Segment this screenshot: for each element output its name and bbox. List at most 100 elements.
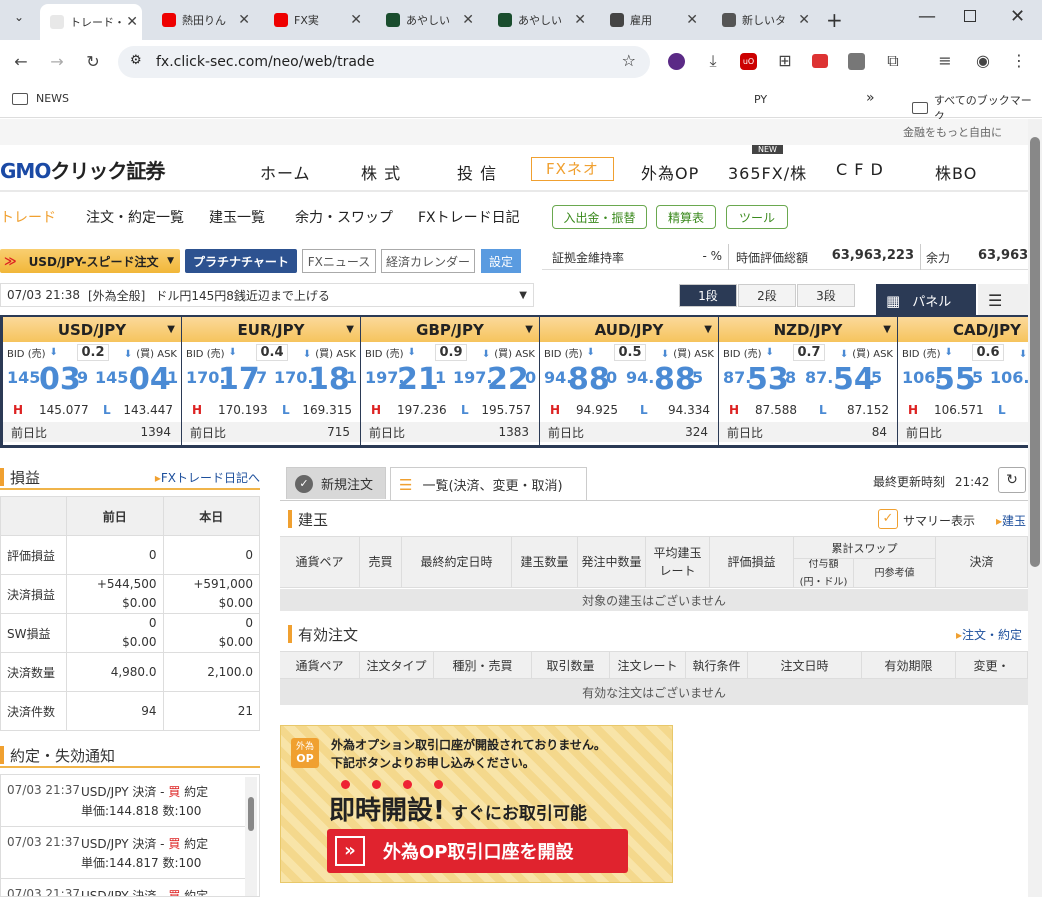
rate-panel[interactable]: GBP/JPY ▼ BID (売) ⬇ 0.9 ⬇ (買) ASK 197. 21 1 197. 22…: [361, 317, 539, 445]
ask-price-pips[interactable]: 04: [129, 362, 171, 397]
page-scroll-thumb[interactable]: [1030, 137, 1040, 567]
rate-panel[interactable]: AUD/JPY ▼ BID (売) ⬇ 0.5 ⬇ (買) ASK 94. 88 0 94. 88 5 H…: [540, 317, 718, 445]
tab-close-icon[interactable]: ✕: [126, 14, 138, 30]
rate-panel[interactable]: EUR/JPY ▼ BID (売) ⬇ 0.4 ⬇ (買) ASK 170. 17 7 170. 18…: [182, 317, 360, 445]
rate-panel[interactable]: USD/JPY ▼ BID (売) ⬇ 0.2 ⬇ (買) ASK 145. 03 9 145. 04…: [3, 317, 181, 445]
ask-price-pips[interactable]: 18: [308, 362, 350, 397]
browser-tab[interactable]: 熱田りん ✕: [152, 6, 254, 34]
bid-price-pips[interactable]: 21: [397, 362, 439, 397]
new-tab-icon[interactable]: +: [826, 8, 843, 32]
subnav-button[interactable]: 精算表: [656, 205, 716, 229]
media-control-icon[interactable]: ≡: [934, 51, 956, 70]
diary-link[interactable]: ▸FXトレード日記へ: [155, 469, 260, 486]
tab-close-icon[interactable]: ✕: [574, 12, 586, 28]
gmo-logo[interactable]: GMOクリック証券: [0, 155, 165, 184]
pair-selector[interactable]: NZD/JPY ▼: [719, 317, 897, 342]
nav-item[interactable]: FXネオ: [531, 157, 614, 181]
valid-orders-link[interactable]: ▸注文・約定: [956, 626, 1022, 643]
pair-selector[interactable]: EUR/JPY ▼: [182, 317, 360, 342]
fxop-banner[interactable]: 外為 OP 外為オプション取引口座が開設されておりません。 下記ボタンよりお申し…: [280, 725, 673, 883]
minimize-icon[interactable]: —: [918, 6, 936, 27]
notice-item[interactable]: 07/03 21:37 USD/JPY 決済 - 買 約定 単価:144.818 数…: [1, 775, 245, 827]
profile-icon[interactable]: ◉: [972, 51, 994, 70]
bid-price-pips[interactable]: 88: [568, 362, 610, 397]
subnav-item[interactable]: トレード: [0, 207, 56, 227]
url-field[interactable]: ⚙ fx.click-sec.com/neo/web/trade ☆: [118, 46, 650, 78]
tab-close-icon[interactable]: ✕: [686, 12, 698, 28]
bid-price-pips[interactable]: 17: [218, 362, 260, 397]
extensions-puzzle-icon[interactable]: ⧉: [882, 51, 904, 71]
extension-download-icon[interactable]: [668, 53, 685, 70]
notice-item[interactable]: 07/03 21:37 USD/JPY 決済 - 買 約定: [1, 879, 245, 896]
browser-tab[interactable]: あやしい ✕: [376, 6, 478, 34]
tab-close-icon[interactable]: ✕: [238, 12, 250, 28]
platinum-chart-button[interactable]: プラチナチャート: [185, 249, 297, 273]
page-scrollbar[interactable]: [1028, 119, 1042, 897]
browser-tab[interactable]: 雇用 ✕: [600, 6, 702, 34]
tab-close-icon[interactable]: ✕: [798, 12, 810, 28]
tab-close-icon[interactable]: ✕: [462, 12, 474, 28]
site-info-icon[interactable]: ⚙: [130, 53, 142, 68]
nav-item[interactable]: 365FX/株: [728, 160, 807, 184]
settings-button[interactable]: 設定: [481, 249, 521, 273]
subnav-button[interactable]: 入出金・振替: [552, 205, 647, 229]
menu-kebab-icon[interactable]: ⋮: [1008, 51, 1030, 70]
ask-price-big[interactable]: 87.: [805, 368, 833, 387]
tier-tab[interactable]: 1段: [679, 284, 737, 307]
tab-new-order[interactable]: ✓ 新規注文: [286, 467, 386, 499]
list-view-icon[interactable]: ☰: [978, 284, 1028, 317]
bookmark-star-icon[interactable]: ☆: [622, 51, 636, 70]
ask-price-big[interactable]: 94.: [626, 368, 654, 387]
pair-selector[interactable]: USD/JPY ▼: [3, 317, 181, 342]
subnav-button[interactable]: ツール: [726, 205, 788, 229]
notice-item[interactable]: 07/03 21:37 USD/JPY 決済 - 買 約定 単価:144.817 数…: [1, 827, 245, 879]
tier-tab[interactable]: 3段: [797, 284, 855, 307]
nav-item[interactable]: 株BO: [935, 160, 977, 184]
nav-item[interactable]: ホーム: [260, 160, 311, 184]
extension-plus-icon[interactable]: ⊞: [774, 51, 796, 70]
scroll-thumb[interactable]: [248, 797, 254, 831]
refresh-icon[interactable]: ↻: [998, 467, 1026, 493]
rate-panel[interactable]: NZD/JPY ▼ BID (売) ⬇ 0.7 ⬇ (買) ASK 87. 53 8 87. 54 5 H…: [719, 317, 897, 445]
nav-item[interactable]: 投 信: [457, 160, 497, 184]
news-dropdown-icon[interactable]: ▼: [519, 290, 527, 301]
news-ticker[interactable]: 07/03 21:38 [外為全般] ドル円145円8銭近辺まで上げる ▼: [0, 283, 534, 307]
browser-tab[interactable]: トレード・ ✕: [40, 4, 142, 40]
notice-scrollbar[interactable]: [245, 777, 257, 896]
fx-news-button[interactable]: FXニュース: [302, 249, 376, 273]
ask-price-pips[interactable]: 88: [654, 362, 696, 397]
maximize-icon[interactable]: [964, 10, 976, 22]
ask-price-pips[interactable]: 22: [487, 362, 529, 397]
subnav-item[interactable]: FXトレード日記: [418, 207, 520, 227]
bid-price-pips[interactable]: 03: [39, 362, 81, 397]
forward-icon[interactable]: →: [46, 52, 68, 71]
downloads-icon[interactable]: ⤓: [702, 51, 724, 71]
bid-price-pips[interactable]: 55: [934, 362, 976, 397]
tab-search-icon[interactable]: ⌄: [8, 10, 30, 30]
bid-price-pips[interactable]: 53: [747, 362, 789, 397]
nav-item[interactable]: 外為OP: [641, 160, 699, 184]
bookmarks-overflow-icon[interactable]: »: [866, 90, 875, 106]
tab-panel-view[interactable]: ▦ パネル: [876, 284, 976, 317]
reload-icon[interactable]: ↻: [82, 52, 104, 71]
subnav-item[interactable]: 余力・スワップ: [295, 207, 393, 227]
positions-link[interactable]: ▸建玉: [996, 512, 1026, 529]
calendar-button[interactable]: 経済カレンダー: [381, 249, 475, 273]
summary-checkbox[interactable]: ✓: [878, 509, 898, 529]
bookmark-news[interactable]: NEWS: [12, 92, 69, 105]
tab-order-list[interactable]: ☰ 一覧(決済、変更・取消): [390, 467, 587, 501]
pair-selector[interactable]: GBP/JPY ▼: [361, 317, 539, 342]
nav-item[interactable]: 株 式: [361, 160, 401, 184]
nav-item[interactable]: C F D: [836, 160, 884, 179]
ask-price-pips[interactable]: 54: [833, 362, 875, 397]
browser-tab[interactable]: 新しいタ ✕: [712, 6, 814, 34]
ublock-icon[interactable]: uO: [740, 53, 757, 70]
back-icon[interactable]: ←: [10, 52, 32, 71]
browser-tab[interactable]: あやしい ✕: [488, 6, 590, 34]
rate-panel[interactable]: CAD/JPY▼BID (売)⬇0.6⬇(買) ASK106.555106.H1…: [898, 317, 1042, 445]
tab-close-icon[interactable]: ✕: [350, 12, 362, 28]
close-window-icon[interactable]: ✕: [1010, 6, 1025, 27]
notice-list[interactable]: 07/03 21:37 USD/JPY 決済 - 買 約定 単価:144.818 数…: [0, 774, 260, 897]
subnav-item[interactable]: 注文・約定一覧: [86, 207, 184, 227]
browser-tab[interactable]: FX実 ✕: [264, 6, 366, 34]
